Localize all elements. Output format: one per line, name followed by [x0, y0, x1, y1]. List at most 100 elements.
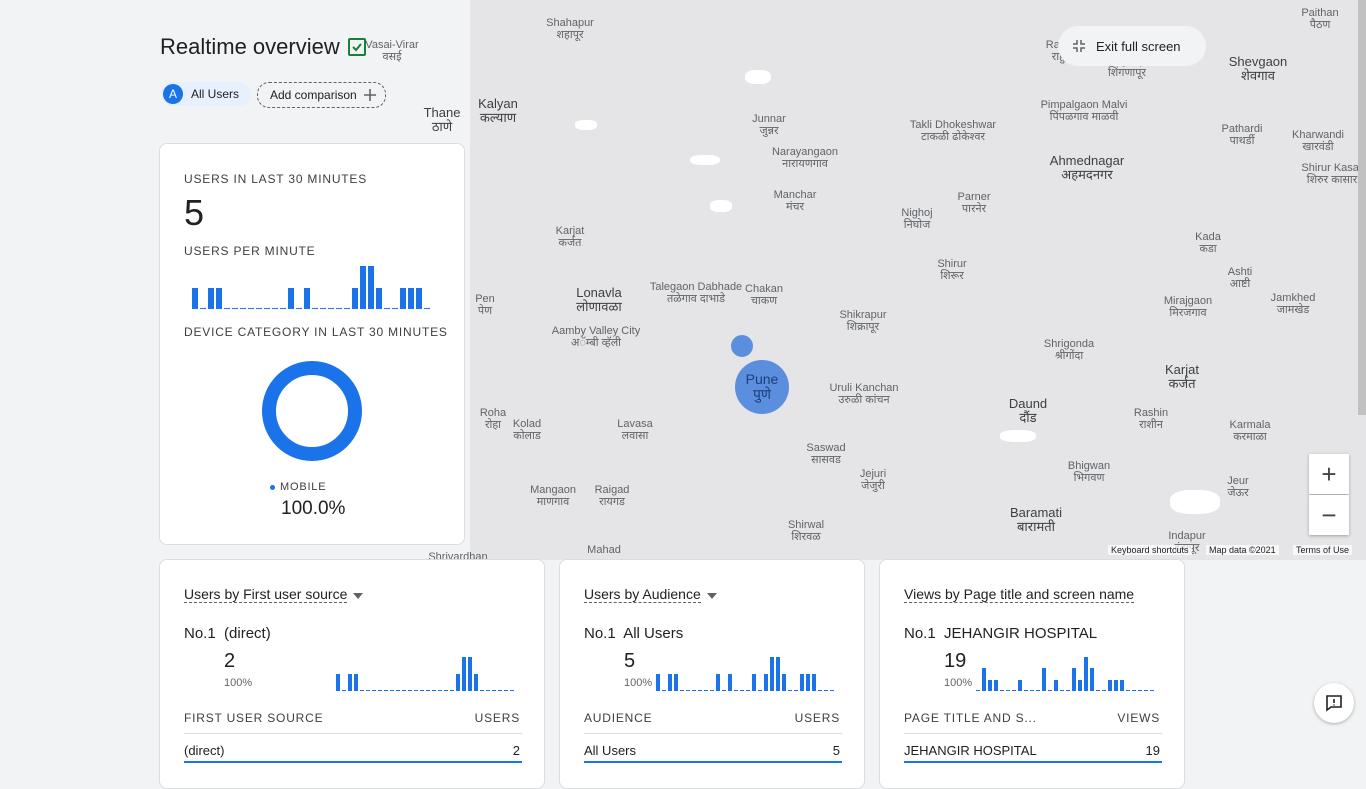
- top-item-percent: 100%: [624, 677, 653, 689]
- keyboard-shortcuts-link[interactable]: Keyboard shortcuts: [1108, 545, 1192, 555]
- chart-bar: [304, 287, 310, 309]
- map-place-label: Lonavla लोणावळा: [576, 285, 622, 314]
- chart-bar: [668, 674, 672, 691]
- zoom-in-icon: +: [1321, 458, 1337, 489]
- card-title[interactable]: Users by Audience: [584, 586, 717, 603]
- divider: [904, 733, 1162, 734]
- chart-bar: [1102, 690, 1106, 691]
- chart-bar: [1000, 690, 1004, 691]
- chart-bar: [1066, 690, 1070, 691]
- chart-bar: [352, 287, 358, 309]
- chip-label: All Users: [191, 87, 240, 101]
- terms-of-use-link[interactable]: Terms of Use: [1293, 545, 1353, 555]
- top-item: No.1 All Users: [584, 625, 683, 642]
- chart-bar: [486, 690, 490, 691]
- map-place-label: Bhigwan भिगवण: [1067, 460, 1111, 484]
- realtime-card: Users by Audience No.1 All Users 5 100% …: [559, 559, 865, 789]
- card-title[interactable]: Views by Page title and screen name: [904, 586, 1135, 603]
- comparison-chip-all-users[interactable]: A All Users: [161, 82, 252, 106]
- map-place-label: Jamkhed जामखेड: [1270, 292, 1316, 316]
- exit-fullscreen-button[interactable]: Exit full screen: [1058, 26, 1206, 66]
- chart-bar: [426, 690, 430, 691]
- realtime-card: Users by First user source No.1 (direct)…: [159, 559, 545, 789]
- chart-bar: [342, 690, 346, 691]
- map-data-label: Map data ©2021: [1206, 545, 1279, 555]
- exit-fullscreen-label: Exit full screen: [1096, 38, 1181, 54]
- chart-bar: [372, 690, 376, 691]
- users-per-minute-chart: [192, 266, 432, 309]
- card-title[interactable]: Users by First user source: [184, 586, 364, 603]
- chart-bar: [296, 308, 302, 309]
- zoom-out-button[interactable]: −: [1309, 495, 1349, 535]
- card-metric-label[interactable]: Users by Audience: [584, 586, 701, 603]
- device-legend: MOBILE: [270, 481, 326, 493]
- map-place-label: Rashin राशीन: [1133, 407, 1169, 431]
- table-row-name: (direct): [184, 743, 225, 758]
- chart-bar: [982, 668, 986, 691]
- divider: [584, 733, 842, 734]
- chevron-down-icon[interactable]: [353, 593, 364, 599]
- chart-bar: [1096, 690, 1100, 691]
- map-place-label: Takli Dhokeshwar टाकळी ढोकेश्वर: [909, 119, 997, 143]
- chart-bar: [764, 674, 768, 691]
- map-place-label: Narayangaon नारायणगाव: [771, 146, 839, 170]
- rank-label: No.1: [904, 625, 936, 642]
- chart-bar: [224, 308, 230, 309]
- map-place-label: Ashti आष्टी: [1227, 266, 1253, 290]
- chart-bar: [368, 266, 374, 309]
- column-header-metric: VIEWS: [1117, 711, 1160, 725]
- scrollbar[interactable]: [1358, 0, 1366, 415]
- card-metric-label[interactable]: Views by Page title and screen name: [904, 586, 1135, 603]
- map-place-label: Daund दौंड: [1008, 396, 1048, 425]
- chart-bar: [348, 674, 352, 691]
- verified-check-icon: [347, 38, 366, 56]
- zoom-in-button[interactable]: +: [1309, 454, 1349, 494]
- chart-bar: [680, 690, 684, 691]
- map-place-label: Thane ठाणे: [423, 105, 461, 134]
- top-item-percent: 100%: [944, 677, 973, 689]
- chart-bar: [656, 674, 660, 691]
- chart-bar: [192, 287, 198, 309]
- device-legend-label: MOBILE: [280, 481, 327, 493]
- chart-bar: [336, 674, 340, 691]
- exit-fullscreen-icon: [1073, 40, 1085, 52]
- chart-bar: [1144, 690, 1148, 691]
- chart-bar: [414, 690, 418, 691]
- map-place-label: Jeur जेऊर: [1227, 475, 1249, 499]
- chip-avatar: A: [163, 84, 183, 104]
- chart-bar: [716, 674, 720, 691]
- chart-bar: [988, 679, 992, 691]
- table-row-value: 5: [832, 743, 840, 758]
- chart-bar: [392, 308, 398, 309]
- rank-label: No.1: [584, 625, 616, 642]
- chevron-down-icon[interactable]: [706, 593, 717, 599]
- chart-bar: [344, 308, 350, 309]
- user-location-marker-pune[interactable]: Pune पुणे: [735, 360, 789, 414]
- map-place-label: Mangaon माणगाव: [530, 484, 576, 508]
- chart-bar: [384, 308, 390, 309]
- table-row-name: All Users: [584, 743, 637, 758]
- column-header-dimension: FIRST USER SOURCE: [184, 711, 324, 725]
- add-comparison-button[interactable]: Add comparison: [257, 82, 386, 108]
- map-place-label: Vasai-Virar वसई: [365, 39, 419, 63]
- feedback-button[interactable]: [1314, 683, 1354, 723]
- chart-bar: [728, 674, 732, 691]
- chart-bar: [662, 690, 666, 691]
- map-place-label: Mahad: [587, 544, 621, 556]
- top-item: No.1 JEHANGIR HOSPITAL: [904, 625, 1097, 642]
- divider: [184, 733, 522, 734]
- user-location-marker[interactable]: [731, 335, 753, 357]
- top-item-value: 19: [944, 650, 967, 672]
- lake: [745, 70, 771, 84]
- table-row-value: 2: [512, 743, 520, 758]
- chart-bar: [674, 674, 678, 691]
- chart-bar: [1114, 679, 1118, 691]
- realtime-card: Views by Page title and screen name No.1…: [879, 559, 1185, 789]
- card-metric-label[interactable]: Users by First user source: [184, 586, 348, 603]
- chart-bar: [200, 308, 206, 309]
- chart-bar: [312, 308, 318, 309]
- map-place-label: Kada कडा: [1195, 231, 1221, 255]
- map-place-label: Kharwandi खारवंडी: [1292, 129, 1344, 153]
- map-place-label: Chakan चाकण: [745, 283, 783, 307]
- add-comparison-label: Add comparison: [270, 88, 357, 102]
